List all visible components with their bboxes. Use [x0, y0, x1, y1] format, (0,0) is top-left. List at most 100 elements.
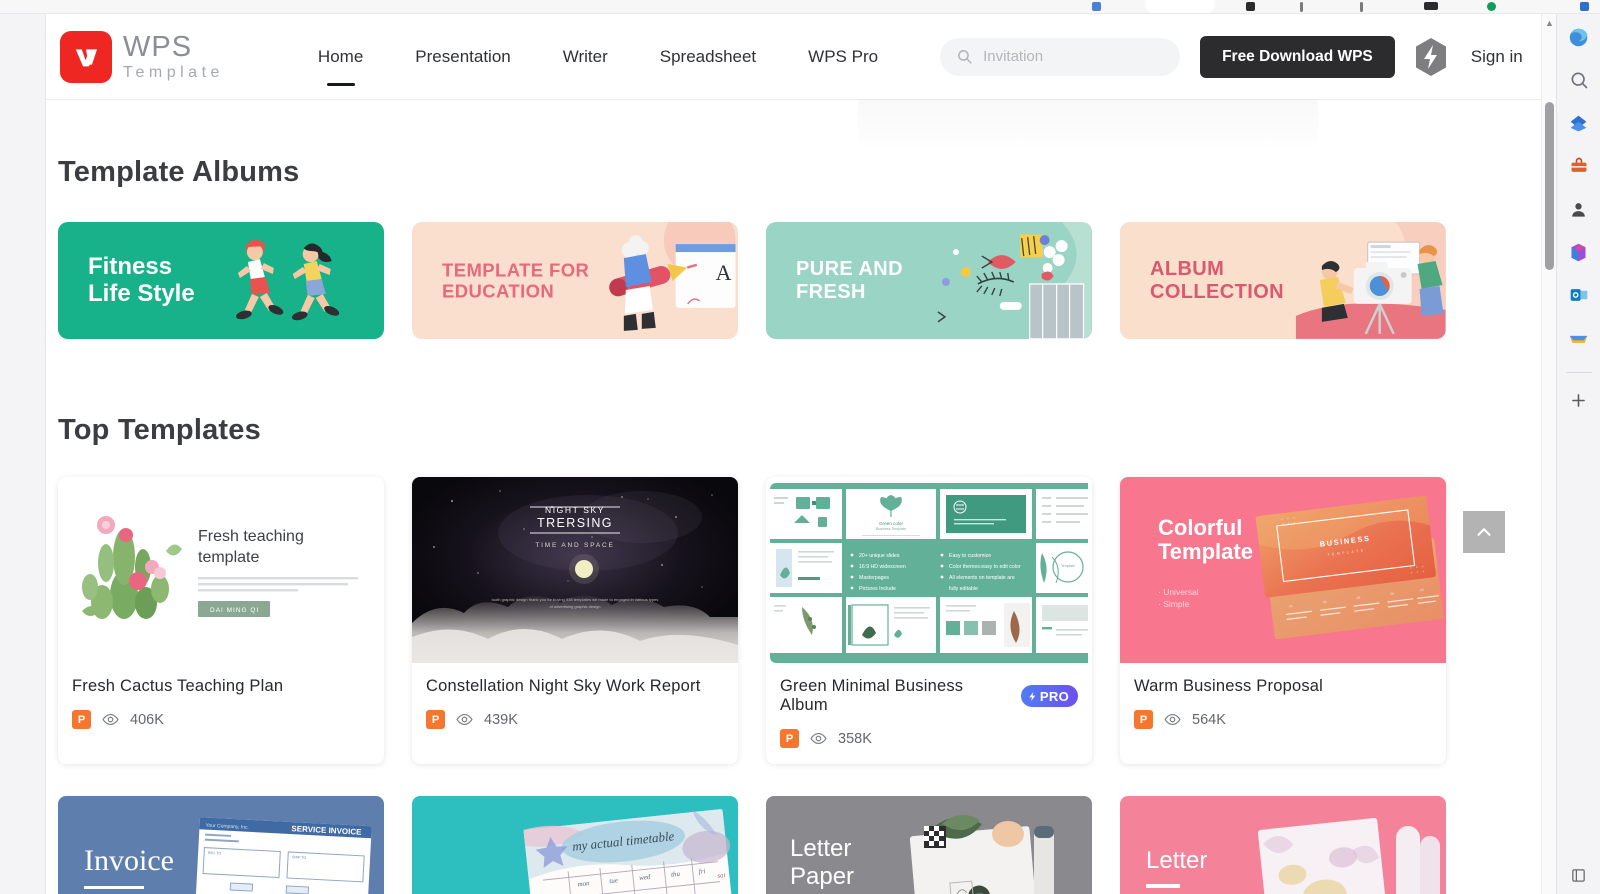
views-count: 564K — [1192, 711, 1226, 728]
album-card-education[interactable]: TEMPLATE FOR EDUCATION A — [412, 222, 738, 339]
nav-item-writer[interactable]: Writer — [537, 14, 634, 100]
nav-item-presentation[interactable]: Presentation — [389, 14, 536, 100]
svg-text:Masterpages: Masterpages — [859, 575, 889, 581]
nav-label: Spreadsheet — [659, 46, 757, 66]
views-count: 406K — [130, 711, 164, 728]
site-logo[interactable]: WPS Template — [60, 30, 224, 83]
games-icon[interactable] — [1566, 325, 1592, 351]
free-download-wps-button[interactable]: Free Download WPS — [1200, 35, 1395, 78]
template-meta: P 439K — [426, 710, 724, 729]
template-card-green-minimal[interactable]: Green color Business Template 20+ unique… — [766, 477, 1092, 764]
back-to-top-button[interactable] — [1463, 511, 1505, 553]
browser-toolbar-strip — [0, 0, 1600, 14]
sign-in-link[interactable]: Sign in — [1471, 47, 1523, 67]
template-card-body: Constellation Night Sky Work Report P 43… — [412, 663, 738, 745]
views-eye-icon — [810, 732, 827, 745]
browser-right-sidebar[interactable] — [1556, 14, 1600, 894]
template-card-warm-business[interactable]: Colorful Template · Universal · Simple 0… — [1120, 477, 1446, 764]
shopping-bag-icon[interactable] — [1566, 153, 1592, 179]
svg-text:04: 04 — [1390, 592, 1394, 596]
scroll-up-arrow-icon[interactable]: ▲ — [1542, 16, 1557, 30]
nav-item-wps-pro[interactable]: WPS Pro — [782, 14, 904, 100]
collections-icon[interactable] — [1566, 110, 1592, 136]
svg-text:03: 03 — [1356, 596, 1360, 600]
svg-text:Template: Template — [1158, 539, 1253, 564]
svg-text:Pictures Include: Pictures Include — [859, 586, 896, 592]
search-icon — [958, 50, 972, 64]
album-artwork-camera — [1276, 222, 1446, 339]
album-title: ALBUM COLLECTION — [1150, 257, 1284, 303]
template-card-constellation[interactable]: NIGHT SKY TRERSING TIME AND SPACE tooth … — [412, 477, 738, 764]
template-meta: P 564K — [1134, 710, 1432, 729]
sidebar-settings-icon[interactable] — [1566, 862, 1592, 888]
template-title: Green Minimal Business Album PRO — [780, 677, 1078, 715]
nav-label: WPS Pro — [808, 46, 879, 66]
svg-text:Letter: Letter — [790, 835, 851, 862]
profile-icon[interactable] — [1566, 196, 1592, 222]
toolbar-icon-1[interactable] — [1092, 2, 1101, 11]
scrollbar-thumb[interactable] — [1545, 102, 1554, 270]
main-navigation: Home Presentation Writer Spreadsheet WPS… — [292, 14, 904, 100]
template-title-text: Constellation Night Sky Work Report — [426, 677, 701, 695]
top-templates-grid-row-2: Invoice · Excel format · Easy to modify … — [58, 796, 1541, 894]
svg-text:Template: Template — [1061, 564, 1075, 568]
edge-copilot-icon[interactable] — [1566, 24, 1592, 50]
template-title-text: Fresh Cactus Teaching Plan — [72, 677, 284, 695]
vip-lightning-badge-icon[interactable] — [1413, 37, 1449, 77]
svg-text:16:9 HD widescreen: 16:9 HD widescreen — [859, 564, 906, 570]
page-viewport: WPS Template Home Presentation Writer Sp… — [46, 14, 1541, 894]
outlook-icon[interactable] — [1566, 282, 1592, 308]
views-eye-icon — [1164, 713, 1181, 726]
site-header: WPS Template Home Presentation Writer Sp… — [46, 14, 1541, 100]
sidebar-divider — [1565, 372, 1592, 373]
album-card-collection[interactable]: ALBUM COLLECTION — [1120, 222, 1446, 339]
toolbar-icon-7[interactable] — [1580, 2, 1589, 11]
toolbar-icon-2[interactable] — [1246, 2, 1255, 11]
chevron-up-icon — [1477, 528, 1491, 536]
page-scrollbar[interactable]: ▲ — [1541, 14, 1556, 894]
template-card-letter-pink[interactable]: Letter · Word Format · A4 Size · Easy to… — [1120, 796, 1446, 894]
toolbar-icon-4[interactable] — [1360, 2, 1363, 12]
views-count: 358K — [838, 730, 872, 747]
template-card-letter-paper[interactable]: Letter Paper · Word Format · A4 Size · E… — [766, 796, 1092, 894]
nav-item-spreadsheet[interactable]: Spreadsheet — [634, 14, 782, 100]
toolbar-icon-6[interactable] — [1487, 2, 1496, 11]
search-input[interactable] — [983, 48, 1164, 65]
album-artwork-runners — [214, 222, 384, 339]
browser-tab-nub — [1145, 0, 1215, 13]
svg-text:BILL TO: BILL TO — [208, 851, 222, 856]
add-tool-icon[interactable] — [1566, 387, 1592, 413]
logo-brand-text: WPS — [123, 30, 193, 63]
lightning-icon — [1029, 691, 1036, 701]
nav-dropdown-panel — [858, 100, 1318, 146]
template-meta: P 406K — [72, 710, 370, 729]
search-box[interactable] — [940, 37, 1181, 76]
svg-text:NIGHT SKY: NIGHT SKY — [545, 505, 605, 515]
office-icon[interactable] — [1566, 239, 1592, 265]
toolbar-icon-5[interactable] — [1424, 2, 1438, 10]
album-title: Fitness Life Style — [88, 252, 195, 308]
svg-text:wed: wed — [639, 873, 652, 882]
template-albums-row: Fitness Life Style TEMPLATE FOR EDUCATIO… — [58, 222, 1541, 339]
template-thumbnail: NIGHT SKY TRERSING TIME AND SPACE tooth … — [412, 477, 738, 663]
svg-text:01: 01 — [1289, 604, 1293, 608]
toolbar-icon-3[interactable] — [1300, 2, 1303, 12]
album-card-fitness[interactable]: Fitness Life Style — [58, 222, 384, 339]
svg-text:· Simple: · Simple — [1158, 599, 1189, 609]
search-circle-icon[interactable] — [1566, 67, 1592, 93]
logo-wordmark: WPS Template — [123, 30, 224, 81]
nav-item-home[interactable]: Home — [292, 14, 389, 100]
template-meta: P 358K — [780, 729, 1078, 748]
top-templates-title: Top Templates — [58, 414, 261, 446]
template-title-text: Green Minimal Business Album — [780, 677, 964, 714]
template-card-invoice[interactable]: Invoice · Excel format · Easy to modify … — [58, 796, 384, 894]
svg-text:· Universal: · Universal — [1158, 587, 1199, 597]
template-card-fresh-cactus[interactable]: Fresh teaching template DAI MING QI Fres… — [58, 477, 384, 764]
album-artwork-pencil: A — [568, 222, 738, 339]
svg-text:TRERSING: TRERSING — [537, 516, 613, 530]
top-templates-grid: Fresh teaching template DAI MING QI Fres… — [58, 477, 1541, 764]
album-card-pure-fresh[interactable]: PURE AND FRESH — [766, 222, 1092, 339]
svg-text:Invoice: Invoice — [84, 844, 174, 877]
format-icon-ppt: P — [1134, 710, 1153, 729]
template-card-timetable[interactable]: my actual timetable mon tue wed thu fri sat — [412, 796, 738, 894]
